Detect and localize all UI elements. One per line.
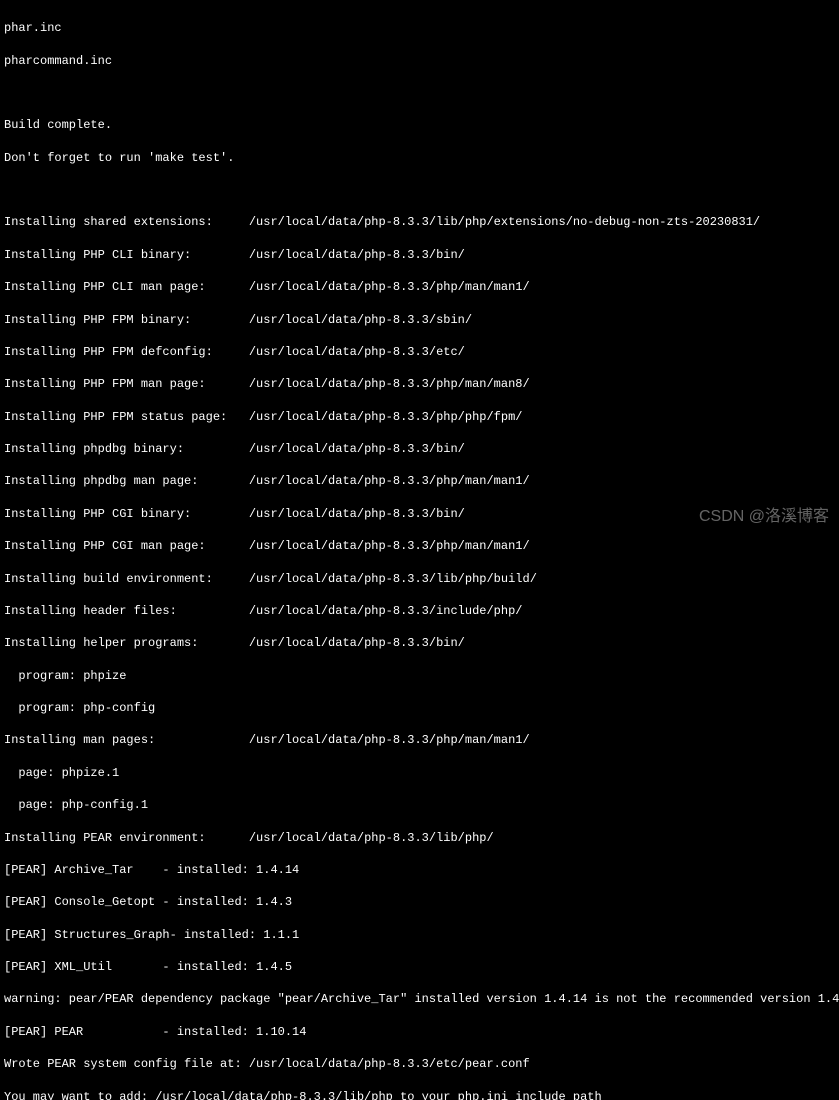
output-line: phar.inc	[4, 20, 835, 36]
warning-line: warning: pear/PEAR dependency package "p…	[4, 991, 835, 1007]
manpages-line: Installing man pages: /usr/local/data/ph…	[4, 732, 835, 748]
install-line: Installing PHP FPM defconfig: /usr/local…	[4, 344, 835, 360]
blank-line	[4, 85, 835, 101]
terminal-output: phar.inc pharcommand.inc Build complete.…	[4, 4, 835, 1100]
youmay-line: You may want to add: /usr/local/data/php…	[4, 1089, 835, 1100]
install-line: Installing PHP FPM status page: /usr/loc…	[4, 409, 835, 425]
blank-line	[4, 182, 835, 198]
output-line: pharcommand.inc	[4, 53, 835, 69]
pear-line: [PEAR] PEAR - installed: 1.10.14	[4, 1024, 835, 1040]
install-line: Installing shared extensions: /usr/local…	[4, 214, 835, 230]
pear-line: [PEAR] Console_Getopt - installed: 1.4.3	[4, 894, 835, 910]
watermark: CSDN @洛溪博客	[699, 506, 829, 528]
install-line: Installing helper programs: /usr/local/d…	[4, 635, 835, 651]
build-note: Don't forget to run 'make test'.	[4, 150, 835, 166]
install-line: Installing PHP CGI man page: /usr/local/…	[4, 538, 835, 554]
page-line: page: php-config.1	[4, 797, 835, 813]
install-line: Installing phpdbg man page: /usr/local/d…	[4, 473, 835, 489]
program-line: program: phpize	[4, 668, 835, 684]
install-line: Installing PHP FPM binary: /usr/local/da…	[4, 312, 835, 328]
build-complete: Build complete.	[4, 117, 835, 133]
install-line: Installing header files: /usr/local/data…	[4, 603, 835, 619]
pear-line: [PEAR] XML_Util - installed: 1.4.5	[4, 959, 835, 975]
install-line: Installing PHP CLI binary: /usr/local/da…	[4, 247, 835, 263]
install-line: Installing PHP CLI man page: /usr/local/…	[4, 279, 835, 295]
pear-line: [PEAR] Structures_Graph- installed: 1.1.…	[4, 927, 835, 943]
page-line: page: phpize.1	[4, 765, 835, 781]
program-line: program: php-config	[4, 700, 835, 716]
pear-env-line: Installing PEAR environment: /usr/local/…	[4, 830, 835, 846]
install-line: Installing phpdbg binary: /usr/local/dat…	[4, 441, 835, 457]
install-line: Installing PHP FPM man page: /usr/local/…	[4, 376, 835, 392]
wrote-line: Wrote PEAR system config file at: /usr/l…	[4, 1056, 835, 1072]
pear-line: [PEAR] Archive_Tar - installed: 1.4.14	[4, 862, 835, 878]
install-line: Installing build environment: /usr/local…	[4, 571, 835, 587]
